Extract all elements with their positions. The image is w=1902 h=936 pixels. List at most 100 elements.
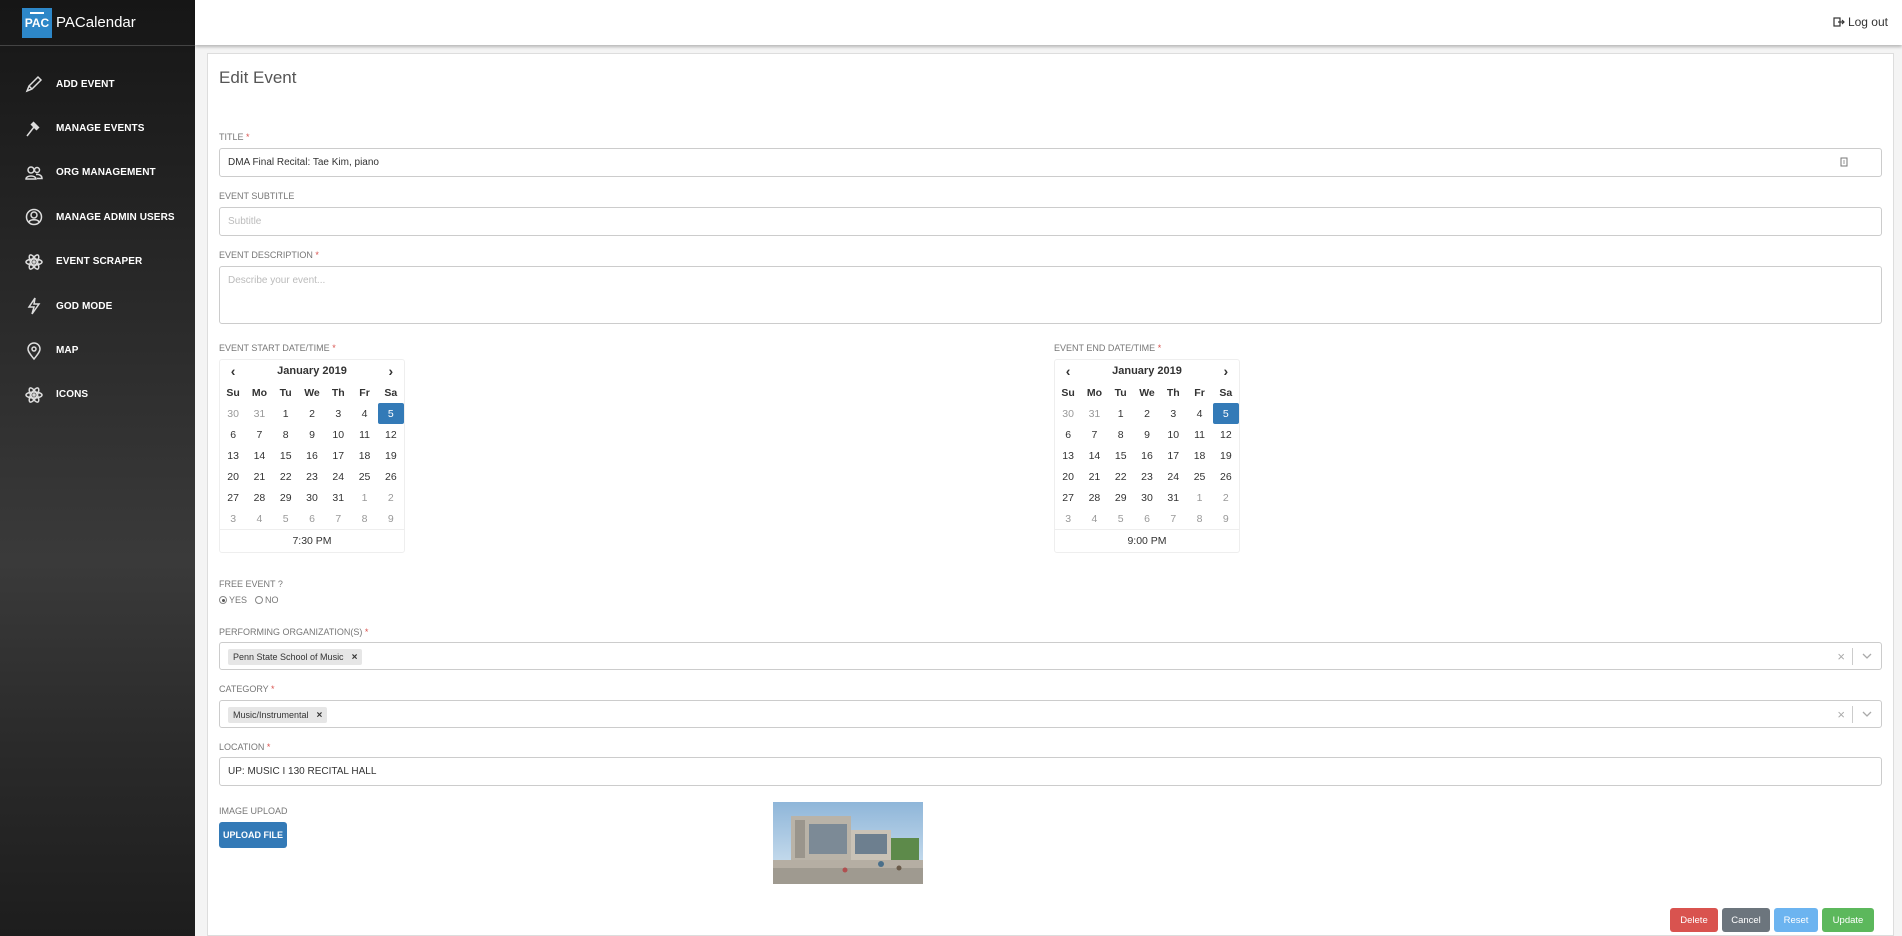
- calendar-day[interactable]: 13: [1055, 445, 1081, 466]
- calendar-day[interactable]: 6: [220, 424, 246, 445]
- calendar-day[interactable]: 9: [1213, 508, 1239, 529]
- calendar-day[interactable]: 17: [1160, 445, 1186, 466]
- calendar-day[interactable]: 7: [1160, 508, 1186, 529]
- calendar-day[interactable]: 11: [351, 424, 377, 445]
- calendar-day[interactable]: 5: [273, 508, 299, 529]
- chevron-down-icon[interactable]: [1861, 708, 1873, 720]
- calendar-day[interactable]: 30: [220, 403, 246, 424]
- calendar-day[interactable]: 6: [1134, 508, 1160, 529]
- end-time[interactable]: 9:00 PM: [1055, 529, 1239, 552]
- calendar-day[interactable]: 3: [220, 508, 246, 529]
- prev-month-button[interactable]: ‹: [220, 360, 246, 382]
- calendar-day[interactable]: 21: [246, 466, 272, 487]
- calendar-day[interactable]: 11: [1186, 424, 1212, 445]
- calendar-day[interactable]: 14: [246, 445, 272, 466]
- calendar-day[interactable]: 7: [325, 508, 351, 529]
- calendar-day[interactable]: 7: [1081, 424, 1107, 445]
- calendar-day[interactable]: 16: [299, 445, 325, 466]
- sidebar-item-add-event[interactable]: ADD EVENT: [0, 62, 195, 106]
- remove-tag-icon[interactable]: ×: [352, 652, 358, 663]
- calendar-day[interactable]: 13: [220, 445, 246, 466]
- calendar-day[interactable]: 26: [378, 466, 404, 487]
- next-month-button[interactable]: ›: [1213, 360, 1239, 382]
- calendar-day[interactable]: 31: [246, 403, 272, 424]
- calendar-day[interactable]: 6: [1055, 424, 1081, 445]
- calendar-day[interactable]: 10: [325, 424, 351, 445]
- calendar-day[interactable]: 27: [220, 487, 246, 508]
- calendar-day[interactable]: 8: [351, 508, 377, 529]
- calendar-day[interactable]: 3: [1055, 508, 1081, 529]
- calendar-day[interactable]: 3: [1160, 403, 1186, 424]
- calendar-day[interactable]: 12: [378, 424, 404, 445]
- calendar-day[interactable]: 28: [246, 487, 272, 508]
- calendar-day[interactable]: 5: [1212, 403, 1239, 424]
- calendar-day[interactable]: 15: [1108, 445, 1134, 466]
- calendar-day[interactable]: 8: [273, 424, 299, 445]
- calendar-day[interactable]: 9: [299, 424, 325, 445]
- calendar-day[interactable]: 4: [1186, 403, 1212, 424]
- chevron-down-icon[interactable]: [1861, 650, 1873, 662]
- calendar-day[interactable]: 19: [1213, 445, 1239, 466]
- calendar-day[interactable]: 26: [1213, 466, 1239, 487]
- calendar-day[interactable]: 4: [351, 403, 377, 424]
- calendar-day[interactable]: 5: [1108, 508, 1134, 529]
- calendar-day[interactable]: 7: [246, 424, 272, 445]
- calendar-day[interactable]: 24: [325, 466, 351, 487]
- calendar-day[interactable]: 14: [1081, 445, 1107, 466]
- calendar-day[interactable]: 25: [1186, 466, 1212, 487]
- calendar-day[interactable]: 15: [273, 445, 299, 466]
- calendar-day[interactable]: 27: [1055, 487, 1081, 508]
- calendar-day[interactable]: 1: [1108, 403, 1134, 424]
- free-event-yes-radio[interactable]: YES: [219, 595, 247, 605]
- calendar-day[interactable]: 23: [299, 466, 325, 487]
- calendar-day[interactable]: 2: [1134, 403, 1160, 424]
- calendar-day[interactable]: 3: [325, 403, 351, 424]
- calendar-day[interactable]: 31: [325, 487, 351, 508]
- calendar-day[interactable]: 2: [378, 487, 404, 508]
- sidebar-item-manage-admin-users[interactable]: MANAGE ADMIN USERS: [0, 195, 195, 239]
- calendar-day[interactable]: 4: [1081, 508, 1107, 529]
- clear-icon[interactable]: ×: [1837, 649, 1845, 664]
- calendar-day[interactable]: 8: [1186, 508, 1212, 529]
- calendar-day[interactable]: 9: [378, 508, 404, 529]
- sidebar-item-manage-events[interactable]: MANAGE EVENTS: [0, 106, 195, 150]
- calendar-day[interactable]: 22: [1108, 466, 1134, 487]
- sidebar-item-org-management[interactable]: ORG MANAGEMENT: [0, 151, 195, 195]
- calendar-day[interactable]: 2: [299, 403, 325, 424]
- calendar-day[interactable]: 4: [246, 508, 272, 529]
- sidebar-item-icons[interactable]: ICONS: [0, 373, 195, 417]
- calendar-day[interactable]: 22: [273, 466, 299, 487]
- calendar-day[interactable]: 30: [1134, 487, 1160, 508]
- calendar-day[interactable]: 19: [378, 445, 404, 466]
- calendar-day[interactable]: 1: [1186, 487, 1212, 508]
- calendar-day[interactable]: 29: [273, 487, 299, 508]
- calendar-day[interactable]: 12: [1213, 424, 1239, 445]
- calendar-day[interactable]: 6: [299, 508, 325, 529]
- clear-icon[interactable]: ×: [1837, 707, 1845, 722]
- location-input[interactable]: UP: MUSIC I 130 RECITAL HALL: [219, 757, 1882, 786]
- calendar-month[interactable]: January 2019: [246, 360, 377, 382]
- category-select[interactable]: Music/Instrumental × ×: [219, 700, 1882, 728]
- calendar-day[interactable]: 29: [1108, 487, 1134, 508]
- calendar-month[interactable]: January 2019: [1081, 360, 1212, 382]
- calendar-day[interactable]: 25: [351, 466, 377, 487]
- calendar-day[interactable]: 9: [1134, 424, 1160, 445]
- calendar-day[interactable]: 1: [273, 403, 299, 424]
- calendar-day[interactable]: 18: [1186, 445, 1212, 466]
- reset-button[interactable]: Reset: [1774, 908, 1818, 932]
- calendar-day[interactable]: 30: [1055, 403, 1081, 424]
- calendar-day[interactable]: 8: [1108, 424, 1134, 445]
- clipboard-icon[interactable]: [1839, 157, 1849, 167]
- calendar-day[interactable]: 31: [1160, 487, 1186, 508]
- calendar-day[interactable]: 5: [377, 403, 404, 424]
- start-time[interactable]: 7:30 PM: [220, 529, 404, 552]
- calendar-day[interactable]: 23: [1134, 466, 1160, 487]
- sidebar-item-event-scraper[interactable]: EVENT SCRAPER: [0, 240, 195, 284]
- calendar-day[interactable]: 20: [220, 466, 246, 487]
- free-event-no-radio[interactable]: NO: [255, 595, 279, 605]
- calendar-day[interactable]: 31: [1081, 403, 1107, 424]
- logout-link[interactable]: Log out: [1833, 15, 1888, 29]
- calendar-day[interactable]: 28: [1081, 487, 1107, 508]
- calendar-day[interactable]: 2: [1213, 487, 1239, 508]
- title-input[interactable]: DMA Final Recital: Tae Kim, piano: [219, 148, 1882, 177]
